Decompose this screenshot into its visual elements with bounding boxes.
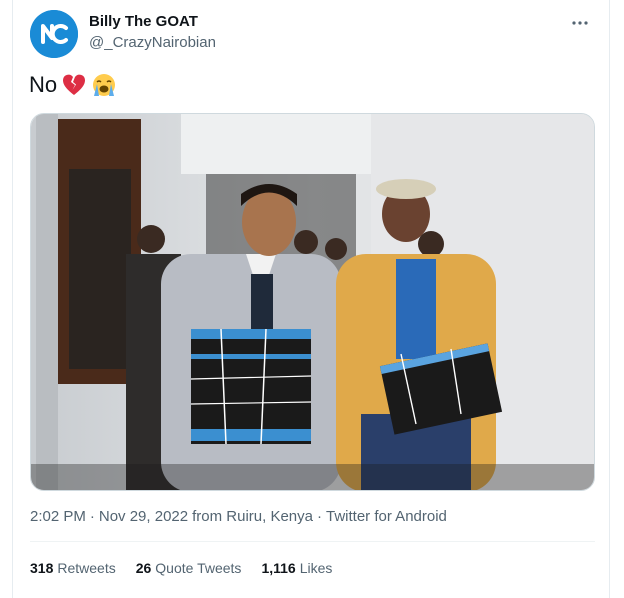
tweet-date-link[interactable]: Nov 29, 2022 xyxy=(99,508,188,525)
retweets-count: 318 xyxy=(30,560,54,576)
broken-heart-emoji-icon xyxy=(63,74,86,95)
retweets-label: Retweets xyxy=(57,560,116,576)
retweets-stat[interactable]: 318 Retweets xyxy=(30,560,116,576)
photo-image xyxy=(31,114,594,490)
divider xyxy=(30,541,595,542)
user-handle[interactable]: @_CrazyNairobian xyxy=(89,34,216,51)
tweet-client-link[interactable]: Twitter for Android xyxy=(326,508,447,525)
tweet-photo[interactable] xyxy=(30,113,595,491)
more-horizontal-icon xyxy=(572,21,588,25)
avatar[interactable] xyxy=(30,10,78,58)
tweet-time-link[interactable]: 2:02 PM xyxy=(30,508,86,525)
tweet-meta: 2:02 PM · Nov 29, 2022 from Ruiru, Kenya… xyxy=(30,508,447,525)
likes-stat[interactable]: 1,116 Likes xyxy=(261,560,332,576)
likes-label: Likes xyxy=(299,560,333,576)
meta-separator: · xyxy=(317,508,322,525)
display-name[interactable]: Billy The GOAT xyxy=(89,13,198,30)
loudly-crying-face-icon xyxy=(93,74,116,96)
brand-logo-icon xyxy=(30,10,78,58)
tweet-card: Billy The GOAT @_CrazyNairobian No 2:02 … xyxy=(12,0,610,598)
quotes-count: 26 xyxy=(135,560,152,576)
tweet-stats: 318 Retweets 26 Quote Tweets 1,116 Likes xyxy=(30,560,332,576)
likes-count: 1,116 xyxy=(261,560,296,576)
tweet-text: No xyxy=(29,72,117,98)
tweet-location-link[interactable]: from Ruiru, Kenya xyxy=(192,508,313,525)
quote-tweets-stat[interactable]: 26 Quote Tweets xyxy=(136,560,242,576)
quotes-label: Quote Tweets xyxy=(155,560,242,576)
more-options-button[interactable] xyxy=(569,12,591,34)
tweet-text-content: No xyxy=(29,72,58,97)
meta-separator: · xyxy=(89,508,95,525)
